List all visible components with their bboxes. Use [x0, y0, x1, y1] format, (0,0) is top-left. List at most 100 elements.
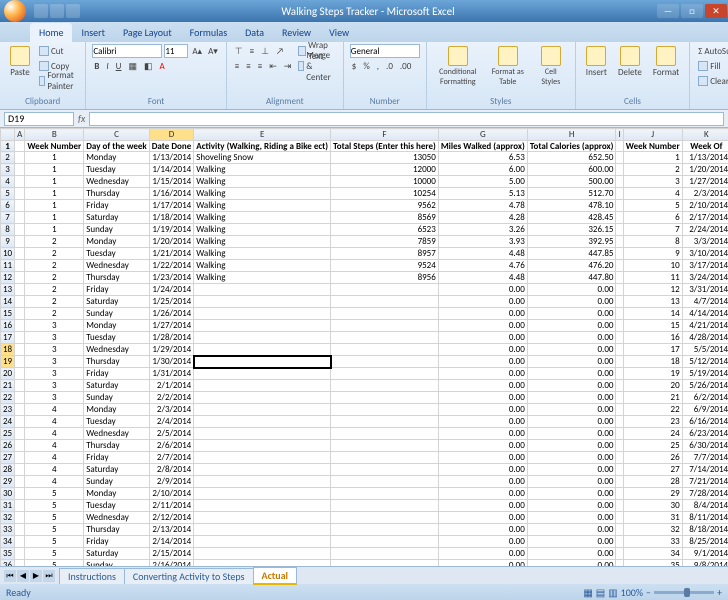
cell-dow[interactable]: Thursday	[84, 524, 150, 536]
cell-weeknum2[interactable]: 4	[623, 188, 682, 200]
name-box[interactable]	[4, 112, 74, 126]
cell-week[interactable]: 2	[25, 272, 84, 284]
cell-dow[interactable]: Friday	[84, 368, 150, 380]
cell-week[interactable]: 5	[25, 560, 84, 567]
cell-activity[interactable]	[194, 416, 331, 428]
align-top-icon[interactable]: ⊤	[233, 44, 245, 58]
cell-weeknum2[interactable]: 19	[623, 368, 682, 380]
underline-button[interactable]: U	[114, 59, 124, 73]
cell-miles[interactable]: 4.76	[438, 260, 527, 272]
sheet-nav-prev-icon[interactable]: ◀	[17, 570, 29, 582]
align-mid-icon[interactable]: ≡	[248, 44, 256, 58]
cell-cal[interactable]: 0.00	[527, 392, 616, 404]
cell-activity[interactable]: Walking	[194, 224, 331, 236]
cell-dow[interactable]: Thursday	[84, 356, 150, 368]
cell-week-of[interactable]: 5/26/2014	[682, 380, 728, 392]
cell-activity[interactable]	[194, 524, 331, 536]
cell-week[interactable]: 2	[25, 308, 84, 320]
cell-week-of[interactable]: 2/3/2014	[682, 188, 728, 200]
row-header-26[interactable]: 26	[1, 440, 15, 452]
cell-miles[interactable]: 0.00	[438, 284, 527, 296]
percent-icon[interactable]: %	[361, 59, 371, 73]
font-color-icon[interactable]: A	[157, 59, 166, 73]
cell-date[interactable]: 2/12/2014	[149, 512, 193, 524]
cell-activity[interactable]	[194, 296, 331, 308]
cell-week[interactable]: 4	[25, 404, 84, 416]
cell-date[interactable]: 1/20/2014	[149, 236, 193, 248]
cell-weeknum2[interactable]: 11	[623, 272, 682, 284]
cell-steps[interactable]: 13050	[331, 152, 439, 164]
cell-cal[interactable]: 0.00	[527, 404, 616, 416]
save-icon[interactable]	[34, 4, 48, 18]
row-header-27[interactable]: 27	[1, 452, 15, 464]
cell-cal[interactable]: 0.00	[527, 452, 616, 464]
cell-cal[interactable]: 0.00	[527, 464, 616, 476]
row-header-24[interactable]: 24	[1, 416, 15, 428]
cell-cal[interactable]: 447.85	[527, 248, 616, 260]
cell-cal[interactable]: 0.00	[527, 428, 616, 440]
cell-date[interactable]: 1/14/2014	[149, 164, 193, 176]
cell-steps[interactable]	[331, 500, 439, 512]
row-header-30[interactable]: 30	[1, 488, 15, 500]
cell-steps[interactable]: 8957	[331, 248, 439, 260]
cell-week-of[interactable]: 2/24/2014	[682, 224, 728, 236]
cell-week-of[interactable]: 8/18/2014	[682, 524, 728, 536]
tab-data[interactable]: Data	[236, 23, 273, 42]
cell-cal[interactable]: 392.95	[527, 236, 616, 248]
cell-miles[interactable]: 0.00	[438, 488, 527, 500]
cell-dow[interactable]: Monday	[84, 320, 150, 332]
row-header-25[interactable]: 25	[1, 428, 15, 440]
cell-dow[interactable]: Tuesday	[84, 416, 150, 428]
cell-cal[interactable]: 428.45	[527, 212, 616, 224]
row-header-9[interactable]: 9	[1, 236, 15, 248]
cell-cal[interactable]: 0.00	[527, 296, 616, 308]
cell-dow[interactable]: Tuesday	[84, 500, 150, 512]
cell-dow[interactable]: Saturday	[84, 380, 150, 392]
cell-activity[interactable]: Walking	[194, 272, 331, 284]
dec-dec-icon[interactable]: .00	[398, 59, 413, 73]
cell-cal[interactable]: 0.00	[527, 344, 616, 356]
row-header-34[interactable]: 34	[1, 536, 15, 548]
sheet-tab-instructions[interactable]: Instructions	[59, 568, 125, 584]
inc-dec-icon[interactable]: .0	[384, 59, 395, 73]
cell-week[interactable]: 3	[25, 356, 84, 368]
cell-week[interactable]: 5	[25, 524, 84, 536]
spreadsheet-grid[interactable]: ABCDEFGHIJKLMNOP 1Week NumberDay of the …	[0, 128, 728, 566]
cell-steps[interactable]	[331, 404, 439, 416]
clear-button[interactable]: Clear	[696, 74, 728, 88]
cell-cal[interactable]: 0.00	[527, 368, 616, 380]
cell-week[interactable]: 3	[25, 344, 84, 356]
cell-cal[interactable]: 0.00	[527, 488, 616, 500]
tab-formulas[interactable]: Formulas	[181, 23, 236, 42]
cell-week[interactable]: 5	[25, 536, 84, 548]
cell-week-of[interactable]: 3/31/2014	[682, 284, 728, 296]
cell-weeknum2[interactable]: 14	[623, 308, 682, 320]
cell-cal[interactable]: 0.00	[527, 560, 616, 567]
cell-date[interactable]: 2/7/2014	[149, 452, 193, 464]
cell-week-of[interactable]: 6/16/2014	[682, 416, 728, 428]
row-header-5[interactable]: 5	[1, 188, 15, 200]
cell-dow[interactable]: Wednesday	[84, 428, 150, 440]
cell-date[interactable]: 1/13/2014	[149, 152, 193, 164]
cell-cal[interactable]: 0.00	[527, 548, 616, 560]
delete-cells-button[interactable]: Delete	[614, 44, 646, 80]
cell-dow[interactable]: Monday	[84, 152, 150, 164]
cell-activity[interactable]: Walking	[194, 200, 331, 212]
cell-date[interactable]: 2/6/2014	[149, 440, 193, 452]
cell-activity[interactable]	[194, 356, 331, 368]
sheet-tab-converting[interactable]: Converting Activity to Steps	[124, 568, 254, 584]
cell-dow[interactable]: Wednesday	[84, 260, 150, 272]
cell-weeknum2[interactable]: 22	[623, 404, 682, 416]
cell-steps[interactable]	[331, 380, 439, 392]
row-header-22[interactable]: 22	[1, 392, 15, 404]
cell-dow[interactable]: Sunday	[84, 476, 150, 488]
cell-activity[interactable]	[194, 500, 331, 512]
font-size-input[interactable]	[164, 44, 188, 58]
cell-date[interactable]: 1/28/2014	[149, 332, 193, 344]
cell-activity[interactable]	[194, 368, 331, 380]
undo-icon[interactable]	[50, 4, 64, 18]
cell-weeknum2[interactable]: 30	[623, 500, 682, 512]
cell-week-of[interactable]: 7/7/2014	[682, 452, 728, 464]
cell-steps[interactable]	[331, 548, 439, 560]
cell-dow[interactable]: Thursday	[84, 188, 150, 200]
